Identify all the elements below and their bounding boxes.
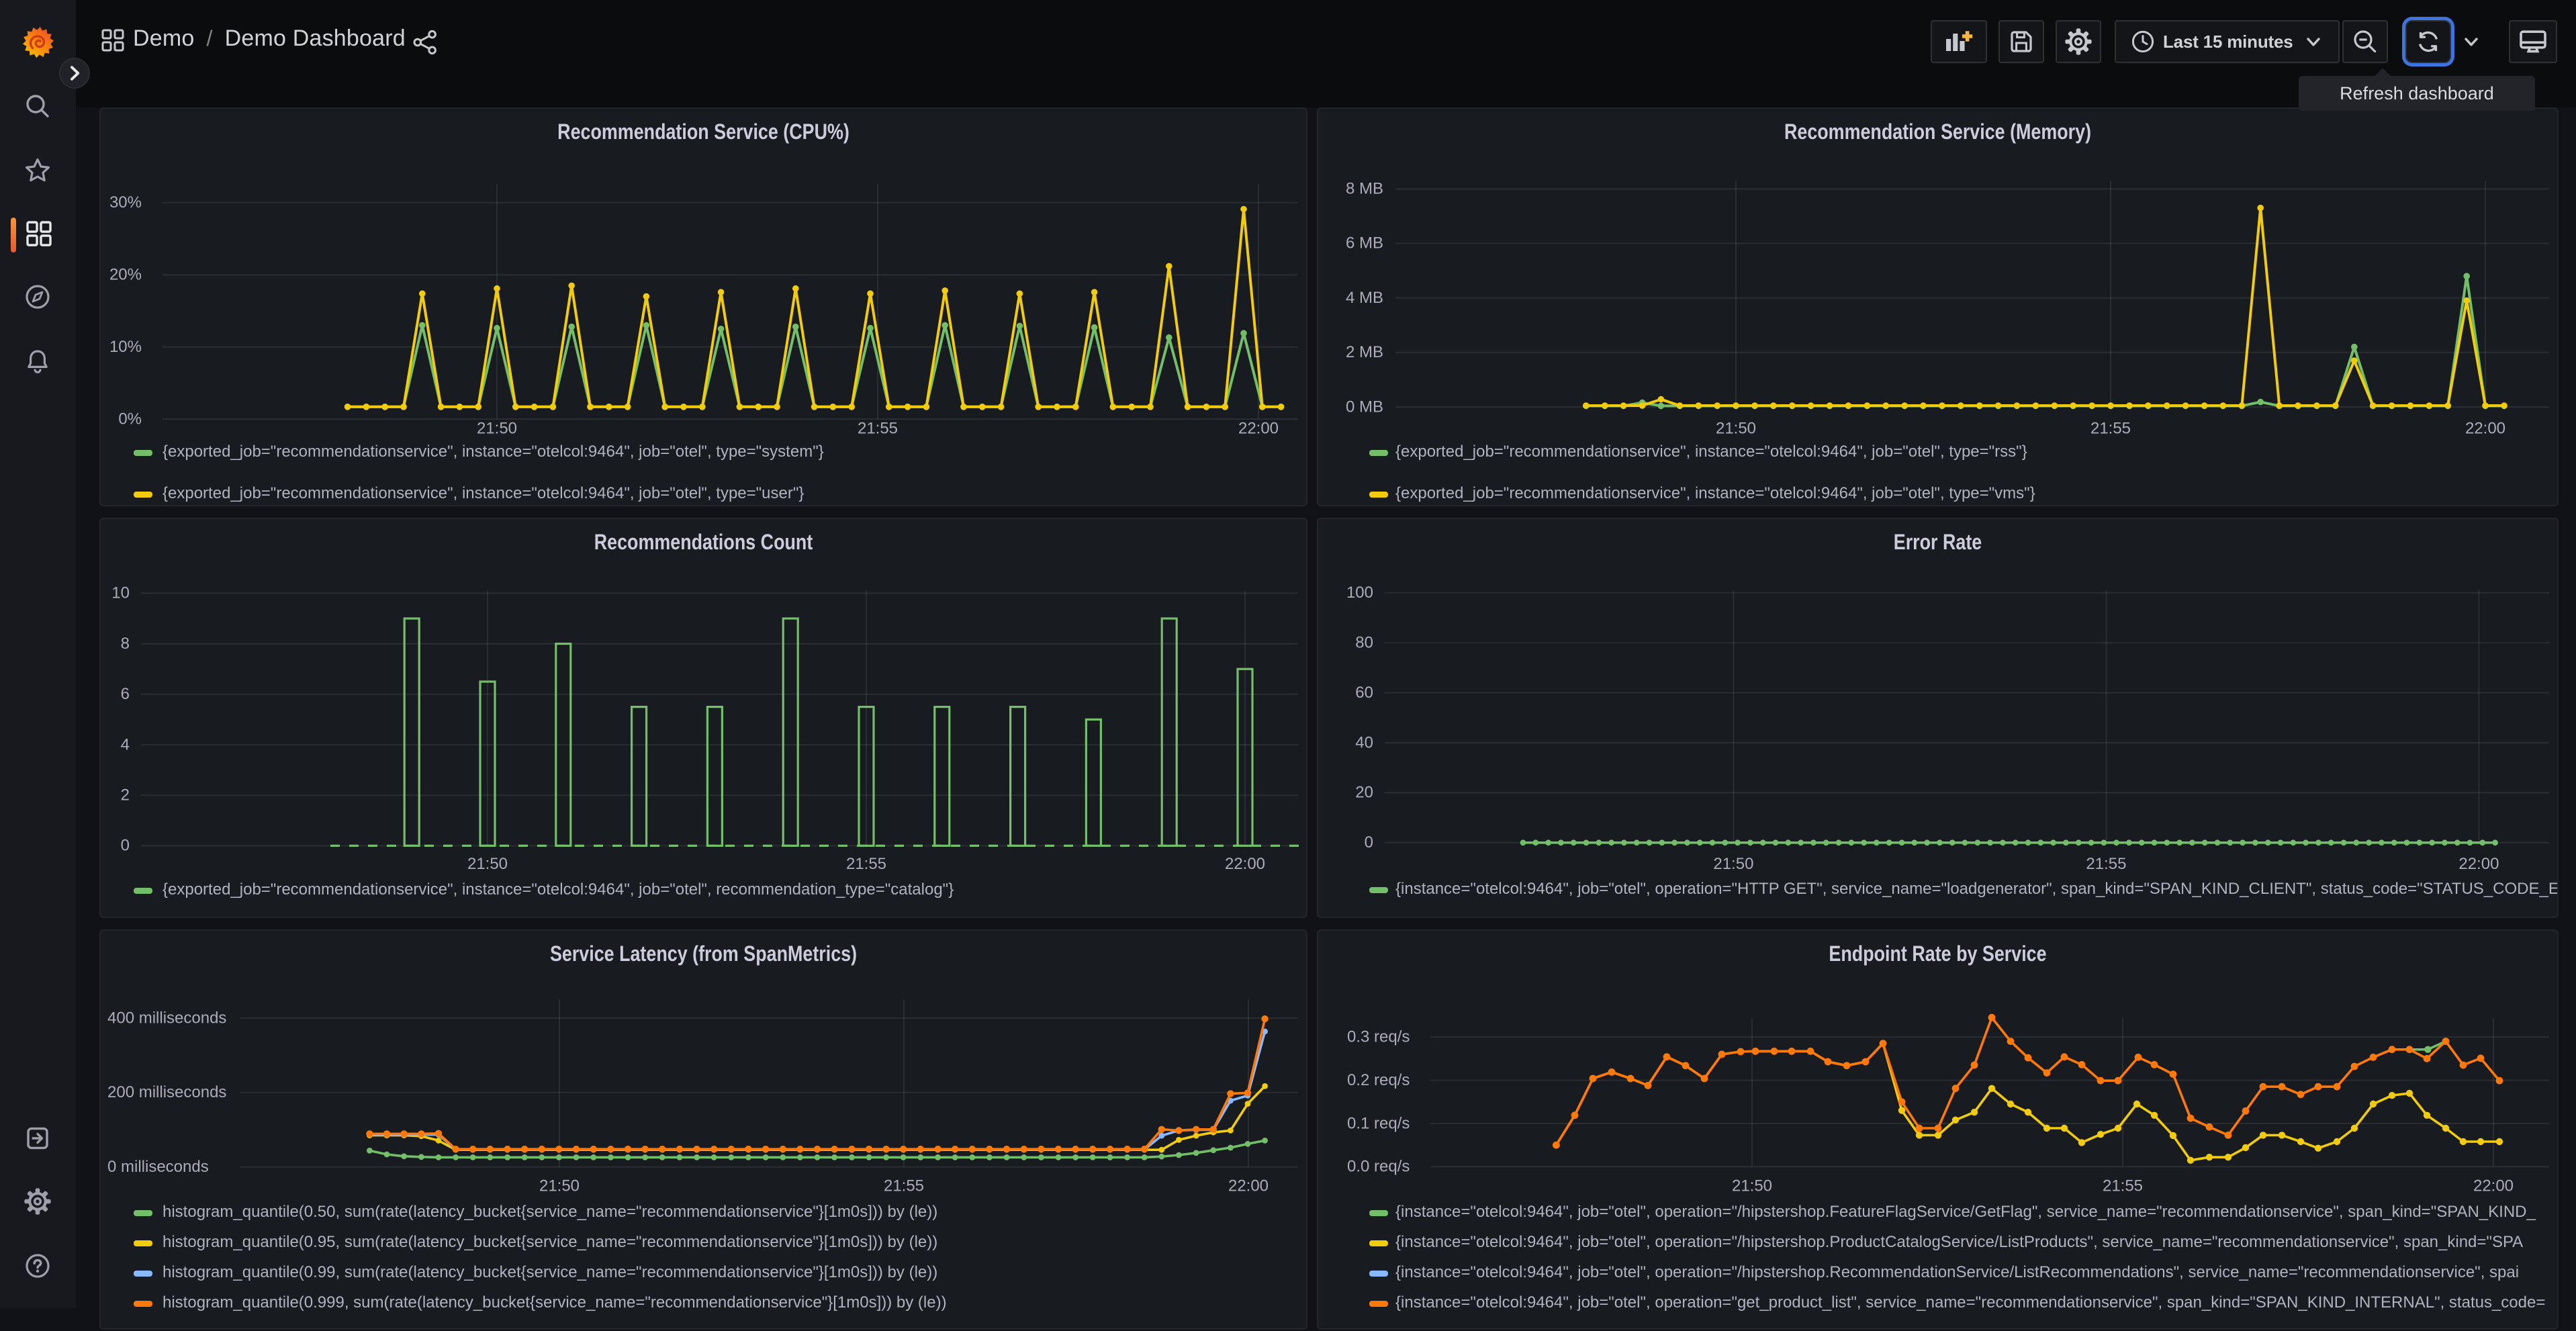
svg-text:10: 10 xyxy=(111,584,130,602)
svg-text:60: 60 xyxy=(1355,684,1373,702)
svg-text:21:50: 21:50 xyxy=(539,1177,580,1195)
svg-text:20: 20 xyxy=(1355,784,1373,802)
svg-text:22:00: 22:00 xyxy=(1238,419,1279,437)
svg-text:0%: 0% xyxy=(118,410,142,428)
svg-text:22:00: 22:00 xyxy=(2458,855,2499,873)
svg-text:80: 80 xyxy=(1355,634,1373,652)
svg-text:2 MB: 2 MB xyxy=(1346,343,1383,361)
svg-text:0: 0 xyxy=(1365,833,1373,852)
svg-text:0.2 req/s: 0.2 req/s xyxy=(1347,1071,1410,1089)
svg-text:21:50: 21:50 xyxy=(1713,855,1753,873)
svg-text:100: 100 xyxy=(1346,584,1373,602)
svg-text:21:50: 21:50 xyxy=(1732,1177,1772,1195)
svg-text:400 milliseconds: 400 milliseconds xyxy=(107,1009,226,1027)
svg-text:30%: 30% xyxy=(109,193,142,212)
svg-text:22:00: 22:00 xyxy=(2465,419,2505,437)
svg-text:10%: 10% xyxy=(109,338,142,356)
svg-text:0 MB: 0 MB xyxy=(1346,398,1383,416)
svg-text:8: 8 xyxy=(121,635,130,653)
svg-text:22:00: 22:00 xyxy=(1225,855,1265,873)
svg-text:21:55: 21:55 xyxy=(2103,1177,2143,1195)
svg-text:6 MB: 6 MB xyxy=(1346,234,1383,253)
svg-text:2: 2 xyxy=(121,786,130,805)
svg-text:21:50: 21:50 xyxy=(1716,419,1756,437)
svg-text:21:55: 21:55 xyxy=(2090,419,2131,437)
svg-text:0.3 req/s: 0.3 req/s xyxy=(1347,1028,1410,1046)
svg-text:21:55: 21:55 xyxy=(2086,855,2126,873)
svg-text:0: 0 xyxy=(121,837,130,855)
svg-text:21:50: 21:50 xyxy=(477,419,517,437)
svg-text:4 MB: 4 MB xyxy=(1346,289,1383,307)
svg-text:40: 40 xyxy=(1355,733,1373,751)
svg-text:0 milliseconds: 0 milliseconds xyxy=(107,1158,209,1176)
svg-text:22:00: 22:00 xyxy=(2473,1177,2514,1195)
svg-text:200 milliseconds: 200 milliseconds xyxy=(107,1083,226,1101)
svg-text:21:55: 21:55 xyxy=(858,419,898,437)
svg-text:6: 6 xyxy=(121,685,130,703)
svg-text:8 MB: 8 MB xyxy=(1346,180,1383,198)
svg-text:4: 4 xyxy=(121,735,130,753)
svg-text:0.1 req/s: 0.1 req/s xyxy=(1347,1114,1410,1132)
svg-text:20%: 20% xyxy=(109,266,142,284)
svg-text:22:00: 22:00 xyxy=(1228,1177,1269,1195)
svg-text:0.0 req/s: 0.0 req/s xyxy=(1347,1158,1410,1176)
svg-text:21:55: 21:55 xyxy=(846,855,886,873)
svg-text:21:50: 21:50 xyxy=(467,855,508,873)
svg-text:21:55: 21:55 xyxy=(884,1177,924,1195)
